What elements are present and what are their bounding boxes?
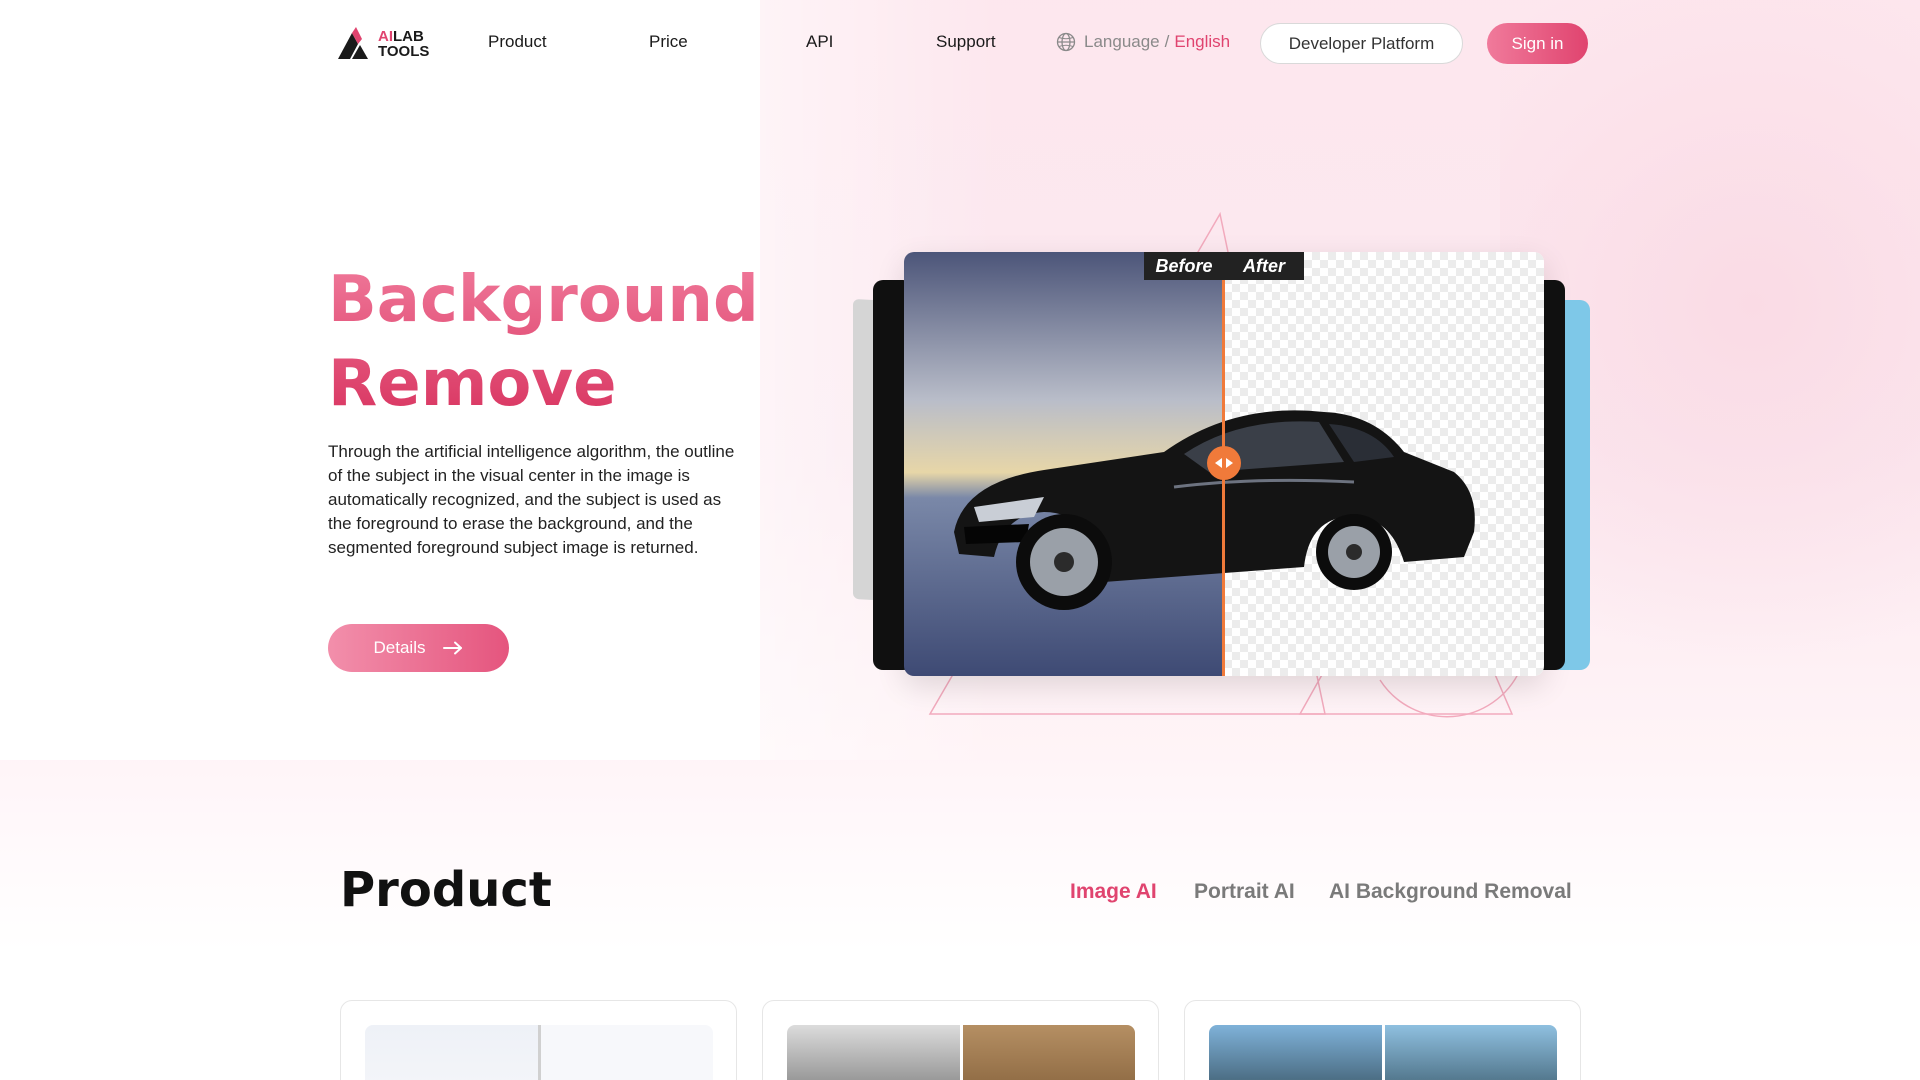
nav-link-support[interactable]: Support [936,32,996,52]
product-card[interactable] [1184,1000,1581,1080]
language-selector[interactable]: Language / English [1056,32,1230,52]
product-card-image [1209,1025,1557,1080]
logo-mark-icon [338,27,368,59]
product-card-image [365,1025,713,1080]
globe-icon [1056,32,1076,52]
language-label: Language [1084,32,1160,51]
language-separator: / [1164,32,1170,51]
tab-image-ai[interactable]: Image AI [1070,880,1157,904]
top-nav: AILAB TOOLS Product Price API Support La… [0,0,1920,88]
tab-ai-background-removal[interactable]: AI Background Removal [1329,880,1572,904]
hero-title-line1: Background [328,263,759,337]
developer-platform-button[interactable]: Developer Platform [1260,23,1463,64]
product-card[interactable] [762,1000,1159,1080]
nav-link-api[interactable]: API [806,32,833,52]
comparison-slider-handle[interactable] [1207,446,1241,480]
details-button[interactable]: Details [328,624,509,672]
car-image [954,410,1475,610]
details-button-label: Details [373,638,426,657]
language-current: English [1174,32,1231,51]
tab-portrait-ai[interactable]: Portrait AI [1194,880,1295,904]
product-section-title: Product [340,862,552,918]
product-card[interactable] [340,1000,737,1080]
before-after-comparison[interactable] [904,252,1544,676]
product-card-image [787,1025,1135,1080]
before-label: Before [1144,252,1224,280]
hero-title-line2: Remove [328,347,617,421]
sign-in-button[interactable]: Sign in [1487,23,1588,64]
after-label: After [1224,252,1304,280]
nav-link-product[interactable]: Product [488,32,547,52]
logo[interactable]: AILAB TOOLS [336,26,436,62]
logo-tools: TOOLS [378,43,430,60]
logo-text: AILAB TOOLS [378,29,429,59]
arrow-right-icon [443,641,463,655]
hero-title: Background Remove [328,258,788,426]
nav-link-price[interactable]: Price [649,32,688,52]
drag-handle-icon [1215,458,1233,468]
hero-description: Through the artificial intelligence algo… [328,442,735,557]
